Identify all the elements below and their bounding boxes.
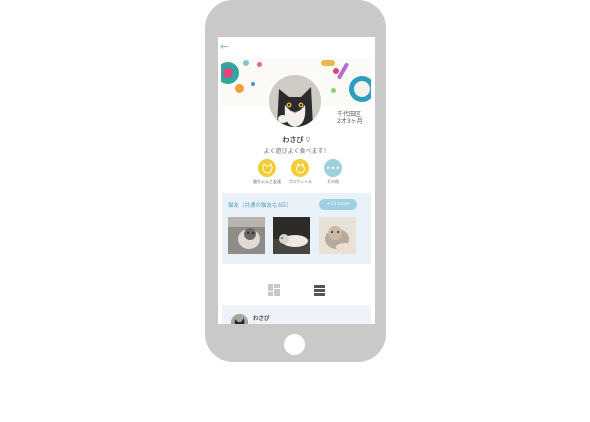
phone-frame: ← 千代田区 2才3ヶ月 わさび ♀ よく遊びよく食べます！ 猫ちゃんと友達 プ… xyxy=(205,0,386,362)
post-card[interactable]: わさび xyxy=(222,305,371,324)
grid-view-icon[interactable] xyxy=(268,281,280,296)
friend-photo-1[interactable] xyxy=(228,217,265,254)
profile-name-row: わさび ♀ xyxy=(218,135,375,145)
back-arrow-icon[interactable]: ← xyxy=(220,41,229,52)
friend-cat-button[interactable]: 猫ちゃんと友達 xyxy=(251,159,283,185)
profile-button[interactable]: プロフィール xyxy=(284,159,316,185)
post-author-avatar xyxy=(231,314,248,324)
friend-photo-3[interactable] xyxy=(319,217,356,254)
profile-meta: 千代田区 2才3ヶ月 xyxy=(337,111,363,125)
profile-avatar[interactable] xyxy=(267,73,323,129)
age-text: 2才3ヶ月 xyxy=(337,118,363,125)
cat-profile-icon xyxy=(291,159,309,177)
home-button[interactable] xyxy=(284,334,305,355)
female-icon: ♀ xyxy=(305,136,311,144)
friends-section: 猫友（共通の猫友も3匹） +23 more xyxy=(222,193,371,264)
friends-title: 猫友（共通の猫友も3匹） xyxy=(228,203,293,209)
location-text: 千代田区 xyxy=(337,111,362,118)
post-author-name: わさび xyxy=(253,316,270,322)
cat-photo-icon xyxy=(269,75,321,127)
action-buttons: 猫ちゃんと友達 プロフィール ••• その他 xyxy=(251,159,349,187)
action-label: 猫ちゃんと友達 xyxy=(253,179,281,184)
friend-photo-2[interactable] xyxy=(273,217,310,254)
profile-name: わさび xyxy=(282,136,304,144)
profile-tagline: よく遊びよく食べます！ xyxy=(263,148,330,155)
list-view-icon[interactable] xyxy=(314,281,325,296)
action-label: その他 xyxy=(327,179,339,184)
action-label: プロフィール xyxy=(288,179,312,184)
app-screen: ← 千代田区 2才3ヶ月 わさび ♀ よく遊びよく食べます！ 猫ちゃんと友達 プ… xyxy=(218,37,375,324)
more-options-button[interactable]: ••• その他 xyxy=(317,159,349,185)
more-friends-button[interactable]: +23 more xyxy=(319,199,357,210)
cat-face-icon xyxy=(258,159,276,177)
more-dots-icon: ••• xyxy=(324,159,342,177)
